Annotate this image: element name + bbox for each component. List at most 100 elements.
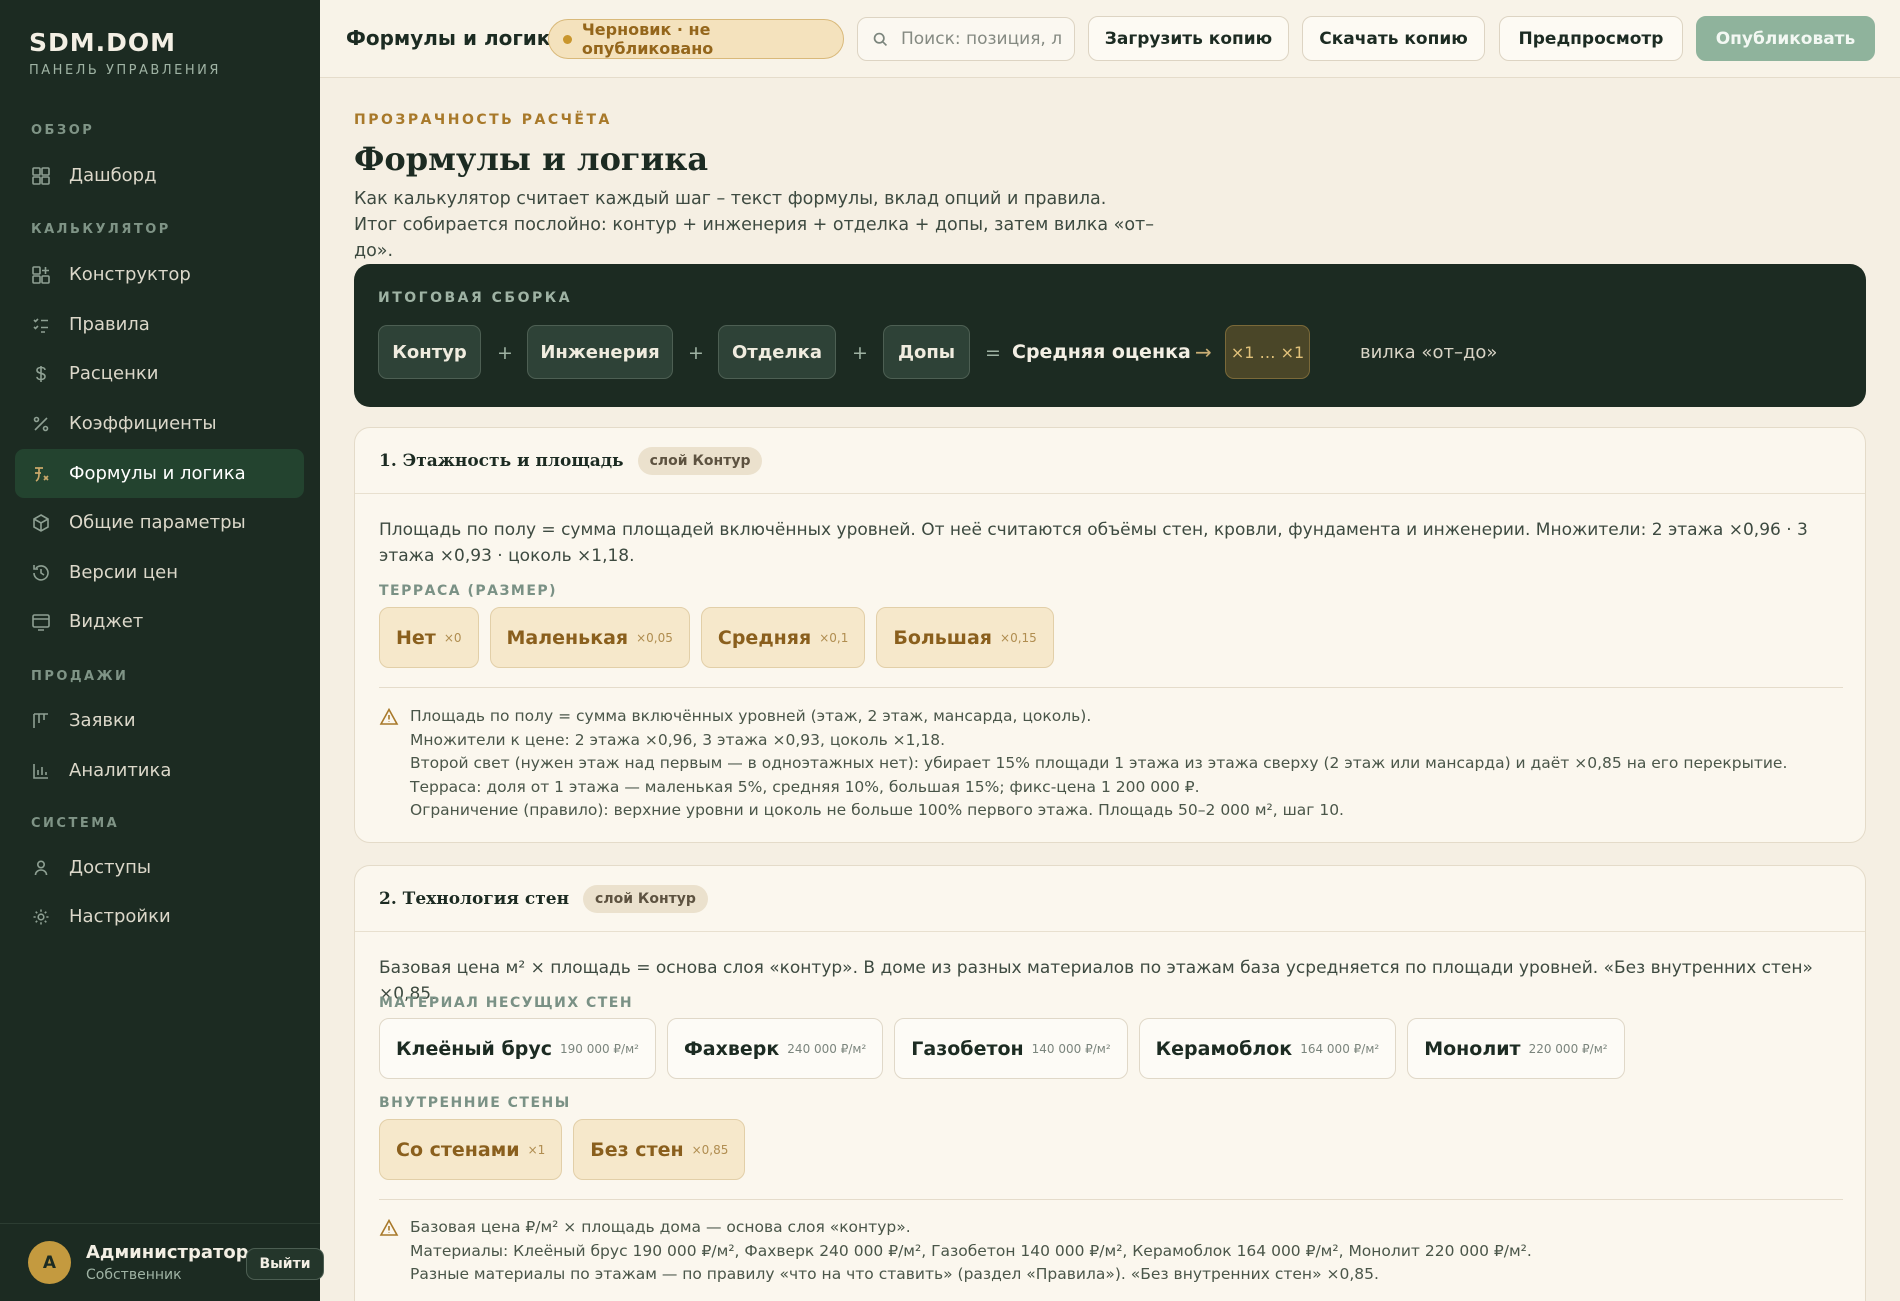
option-material-glulam[interactable]: Клеёный брус 190 000 ₽/м² xyxy=(379,1018,656,1079)
terrace-options: Нет ×0 Маленькая ×0,05 Средняя ×0,1 Большая… xyxy=(379,607,1054,668)
search-box[interactable] xyxy=(857,17,1075,61)
sidebar-item-label: Доступы xyxy=(69,857,152,878)
formula-range-chip: ×1 … ×1 xyxy=(1225,325,1310,379)
layer-badge: слой Контур xyxy=(637,446,763,475)
formula-part-finishing[interactable]: Отделка xyxy=(718,325,836,379)
page-description: Как калькулятор считает каждый шаг – тек… xyxy=(354,189,1154,261)
option-material-fachwerk[interactable]: Фахверк 240 000 ₽/м² xyxy=(666,1018,884,1079)
sidebar-item-label: Версии цен xyxy=(69,562,178,583)
option-group-label: МАТЕРИАЛ НЕСУЩИХ СТЕН xyxy=(379,995,634,1011)
option-terrace-medium[interactable]: Средняя ×0,1 xyxy=(700,607,866,668)
option-material-ceramic-block[interactable]: Керамоблок 164 000 ₽/м² xyxy=(1138,1018,1397,1079)
option-group-label: ВНУТРЕННИЕ СТЕНЫ xyxy=(379,1095,571,1111)
page-eyebrow: ПРОЗРАЧНОСТЬ РАСЧЁТА xyxy=(354,112,612,128)
sidebar-item-coefficients[interactable]: Коэффициенты xyxy=(15,399,304,448)
upload-copy-button[interactable]: Загрузить копию xyxy=(1088,16,1289,61)
sidebar-item-settings[interactable]: Настройки xyxy=(15,892,304,941)
option-without-walls[interactable]: Без стен ×0,85 xyxy=(573,1119,746,1180)
option-terrace-small[interactable]: Маленькая ×0,05 xyxy=(489,607,690,668)
option-with-walls[interactable]: Со стенами ×1 xyxy=(379,1119,563,1180)
main-content: ПРОЗРАЧНОСТЬ РАСЧЁТА Формулы и логика Ка… xyxy=(320,78,1900,1301)
option-multiplier: ×1 xyxy=(527,1142,546,1157)
option-label: Газобетон xyxy=(911,1037,1024,1060)
bar-chart-icon xyxy=(31,761,51,781)
sidebar-item-label: Общие параметры xyxy=(69,512,246,533)
option-label: Средняя xyxy=(717,626,812,649)
sidebar-item-requests[interactable]: Заявки xyxy=(15,696,304,745)
formula-range-note: вилка «от–до» xyxy=(1360,342,1498,363)
user-icon xyxy=(31,858,51,878)
publish-button[interactable]: Опубликовать xyxy=(1696,16,1875,61)
search-input[interactable] xyxy=(901,29,1061,49)
option-terrace-none[interactable]: Нет ×0 xyxy=(379,607,479,668)
note-line: Множители к цене: 2 этажа ×0,96, 3 этажа… xyxy=(410,730,946,749)
plus-sign: + xyxy=(852,342,868,364)
option-terrace-large[interactable]: Большая ×0,15 xyxy=(876,607,1054,668)
option-multiplier: ×0,15 xyxy=(1000,630,1037,645)
option-material-aerated-concrete[interactable]: Газобетон 140 000 ₽/м² xyxy=(894,1018,1128,1079)
option-multiplier: ×0,85 xyxy=(691,1142,729,1157)
sidebar-item-analytics[interactable]: Аналитика xyxy=(15,746,304,795)
wall-material-options: Клеёный брус 190 000 ₽/м² Фахверк 240 000 … xyxy=(379,1018,1625,1079)
formula-card-walls: 2. Технология стен слой Контур Базовая ц… xyxy=(354,865,1866,1301)
percent-icon xyxy=(31,414,51,434)
note-line: Материалы: Клеёный брус 190 000 ₽/м², Фа… xyxy=(410,1241,1532,1260)
divider xyxy=(379,1199,1843,1200)
option-price: 240 000 ₽/м² xyxy=(787,1041,867,1056)
preview-button[interactable]: Предпросмотр xyxy=(1499,16,1683,61)
option-label: Без стен xyxy=(590,1138,684,1161)
card-description: Площадь по полу = сумма площадей включён… xyxy=(379,520,1808,566)
sidebar-item-label: Дашборд xyxy=(69,165,157,186)
formula-part-engineering[interactable]: Инженерия xyxy=(527,325,673,379)
sidebar-item-label: Аналитика xyxy=(69,760,172,781)
sidebar-item-label: Правила xyxy=(69,314,150,335)
option-label: Нет xyxy=(396,626,436,649)
function-icon xyxy=(31,464,51,484)
inner-walls-options: Со стенами ×1 Без стен ×0,85 xyxy=(379,1119,746,1180)
sidebar-item-access[interactable]: Доступы xyxy=(15,843,304,892)
sidebar-item-label: Расценки xyxy=(69,363,159,384)
card-notes: Площадь по полу = сумма включённых уровн… xyxy=(379,705,1843,823)
note-line: Площадь по полу = сумма включённых уровн… xyxy=(410,707,1092,725)
note-line: Второй свет (нужен этаж над первым — в о… xyxy=(410,754,1788,772)
card-header: 1. Этажность и площадь слой Контур xyxy=(355,428,1865,494)
user-role: Собственник xyxy=(86,1267,182,1283)
sidebar-item-rules[interactable]: Правила xyxy=(15,300,304,349)
user-panel: А Администратор Собственник Выйти xyxy=(0,1223,324,1301)
status-badge: Черновик · не опубликовано xyxy=(548,19,844,59)
brand: SDM.DOM ПАНЕЛЬ УПРАВЛЕНИЯ xyxy=(29,28,221,78)
topbar-title: Формулы и логика xyxy=(346,26,564,50)
option-multiplier: ×0,05 xyxy=(636,630,673,645)
sidebar-item-formulas[interactable]: Формулы и логика xyxy=(15,449,304,498)
sidebar: SDM.DOM ПАНЕЛЬ УПРАВЛЕНИЯ ОБЗОР Дашборд … xyxy=(0,0,324,1301)
note-lines: Базовая цена ₽/м² × площадь дома — основ… xyxy=(410,1216,1532,1287)
status-text: Черновик · не опубликовано xyxy=(581,20,714,58)
page-title: Формулы и логика xyxy=(354,140,709,178)
layer-badge: слой Контур xyxy=(583,884,708,913)
option-multiplier: ×0,1 xyxy=(819,630,849,645)
plus-sign: + xyxy=(497,342,513,364)
grid-icon xyxy=(31,166,51,186)
avatar[interactable]: А xyxy=(28,1241,71,1284)
option-material-monolith[interactable]: Монолит 220 000 ₽/м² xyxy=(1407,1018,1625,1079)
sidebar-item-constructor[interactable]: Конструктор xyxy=(15,250,304,299)
list-check-icon xyxy=(31,315,51,335)
gear-icon xyxy=(31,907,51,927)
option-price: 140 000 ₽/м² xyxy=(1031,1041,1111,1056)
formula-part-contour[interactable]: Контур xyxy=(378,325,481,379)
logout-button[interactable]: Выйти xyxy=(246,1248,324,1280)
download-copy-button[interactable]: Скачать копию xyxy=(1302,16,1485,61)
sidebar-item-price-versions[interactable]: Версии цен xyxy=(15,548,304,597)
sidebar-item-general-params[interactable]: Общие параметры xyxy=(15,498,304,547)
formula-part-extras[interactable]: Допы xyxy=(883,325,970,379)
blocks-icon xyxy=(31,265,51,285)
sidebar-item-widget[interactable]: Виджет xyxy=(15,597,304,646)
formula-card-floors: 1. Этажность и площадь слой Контур Площа… xyxy=(354,427,1866,843)
option-group-label: ТЕРРАСА (РАЗМЕР) xyxy=(379,583,558,599)
sidebar-item-prices[interactable]: Расценки xyxy=(15,349,304,398)
option-price: 220 000 ₽/м² xyxy=(1528,1041,1608,1056)
search-icon xyxy=(873,32,888,46)
user-name: Администратор xyxy=(86,1242,249,1263)
warning-icon xyxy=(379,707,399,725)
sidebar-item-dashboard[interactable]: Дашборд xyxy=(15,151,304,200)
